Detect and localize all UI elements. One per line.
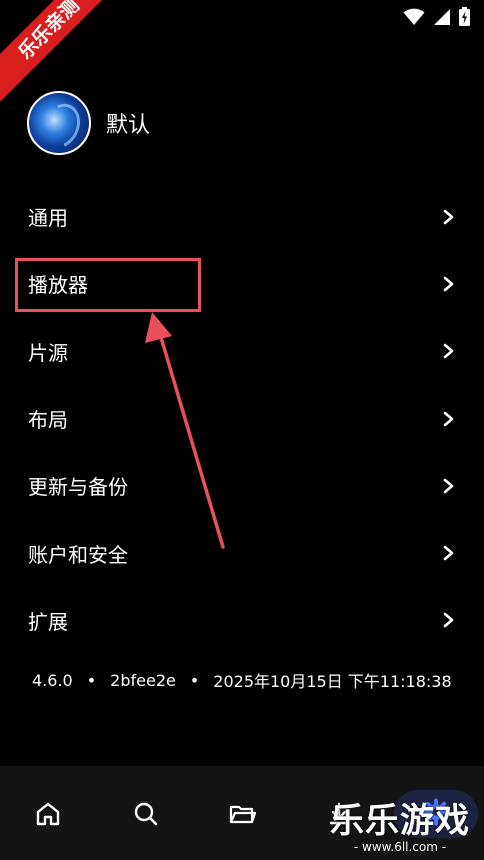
site-watermark: 乐乐游戏 - www.6ll.com - — [330, 802, 470, 854]
chevron-right-icon — [443, 209, 454, 224]
menu-item-label: 通用 — [28, 206, 68, 231]
chevron-right-icon — [443, 411, 454, 426]
avatar — [27, 91, 91, 155]
menu-item-label: 账户和安全 — [28, 542, 128, 567]
menu-item-update-backup[interactable]: 更新与备份 — [0, 452, 484, 519]
watermark-title: 乐乐游戏 — [330, 801, 470, 841]
separator-dot: • — [189, 670, 200, 690]
chevron-right-icon — [443, 545, 454, 561]
menu-item-label: 布局 — [28, 408, 68, 433]
menu-item-layout[interactable]: 布局 — [0, 385, 484, 452]
version-info: 4.6.0 • 2bfee2e • 2025年10月15日 下午11:18:38 — [32, 668, 452, 692]
folder-icon[interactable] — [228, 800, 256, 828]
search-icon[interactable] — [132, 800, 160, 828]
menu-item-extensions[interactable]: 扩展 — [0, 587, 484, 654]
home-icon[interactable] — [34, 800, 62, 828]
settings-menu: 通用 播放器 片源 布局 更新与备份 账户和安全 扩展 — [0, 183, 484, 654]
profile-name: 默认 — [106, 113, 151, 138]
chevron-right-icon — [443, 276, 454, 292]
chevron-right-icon — [443, 343, 454, 359]
menu-item-label: 片源 — [28, 340, 68, 365]
menu-item-general[interactable]: 通用 — [0, 183, 484, 250]
watermark-url: - www.6ll.com - — [353, 840, 447, 854]
status-icons — [403, 7, 470, 26]
signal-icon — [434, 8, 450, 25]
profile[interactable]: 默认 — [27, 91, 150, 155]
commit-hash: 2bfee2e — [110, 670, 176, 690]
menu-item-account-security[interactable]: 账户和安全 — [0, 519, 484, 586]
menu-item-source[interactable]: 片源 — [0, 318, 484, 385]
wifi-icon — [403, 8, 425, 25]
highlight-annotation-box — [15, 258, 201, 312]
version-number: 4.6.0 — [32, 670, 73, 690]
menu-item-label: 扩展 — [28, 609, 68, 634]
separator-dot: • — [86, 670, 97, 690]
chevron-right-icon — [443, 478, 454, 494]
chevron-right-icon — [443, 613, 454, 628]
battery-icon — [459, 7, 470, 26]
build-datetime: 2025年10月15日 下午11:18:38 — [213, 672, 452, 691]
menu-item-label: 更新与备份 — [28, 475, 128, 500]
